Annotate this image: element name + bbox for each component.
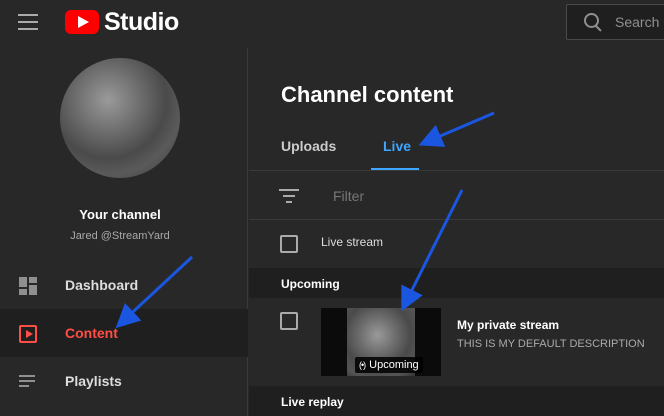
search-input[interactable]	[615, 14, 664, 30]
sidebar-item-content[interactable]: Content	[0, 309, 248, 357]
select-all-checkbox[interactable]	[280, 235, 298, 253]
tabs-divider	[249, 170, 664, 171]
filter-divider	[249, 219, 664, 220]
channel-title: Your channel	[79, 207, 161, 222]
channel-handle: Jared @StreamYard	[70, 230, 170, 242]
section-live-replay: Live replay	[249, 386, 664, 416]
column-header-live-stream: Live stream	[321, 235, 384, 249]
video-thumbnail[interactable]: (•) Upcoming	[321, 308, 441, 376]
studio-logo[interactable]: Studio	[65, 8, 179, 36]
sidebar-item-label: Dashboard	[65, 277, 139, 293]
search-icon[interactable]	[579, 6, 607, 38]
status-badge-label: Upcoming	[369, 359, 419, 371]
sidebar-item-dashboard[interactable]: Dashboard	[0, 261, 248, 309]
section-label: Live replay	[281, 395, 344, 409]
section-label: Upcoming	[281, 277, 340, 291]
content-icon	[19, 325, 37, 343]
tab-live[interactable]: Live	[383, 138, 411, 154]
youtube-play-icon	[65, 10, 99, 34]
logo-text: Studio	[104, 7, 179, 36]
filter-input[interactable]	[333, 186, 533, 206]
page-title: Channel content	[281, 82, 454, 107]
row-checkbox[interactable]	[280, 312, 298, 330]
live-broadcast-icon: (•)	[359, 360, 366, 370]
sidebar: Your channel Jared @StreamYard Dashboard…	[0, 48, 248, 416]
filter-icon[interactable]	[279, 188, 299, 204]
menu-icon[interactable]	[18, 14, 38, 30]
main-content: Channel content Uploads Live Live stream…	[249, 48, 664, 416]
top-bar: Studio	[0, 0, 664, 48]
section-upcoming: Upcoming	[249, 268, 664, 298]
sidebar-item-label: Playlists	[65, 373, 122, 389]
dashboard-icon	[19, 277, 37, 295]
channel-avatar[interactable]	[60, 58, 180, 178]
sidebar-item-playlists[interactable]: Playlists	[0, 357, 248, 405]
video-description: THIS IS MY DEFAULT DESCRIPTION	[457, 338, 645, 350]
search-box[interactable]	[566, 4, 664, 40]
sidebar-item-label: Content	[65, 325, 118, 341]
video-title[interactable]: My private stream	[457, 318, 559, 332]
playlists-icon	[19, 373, 37, 391]
status-badge: (•) Upcoming	[355, 357, 423, 373]
tab-uploads[interactable]: Uploads	[281, 138, 336, 154]
